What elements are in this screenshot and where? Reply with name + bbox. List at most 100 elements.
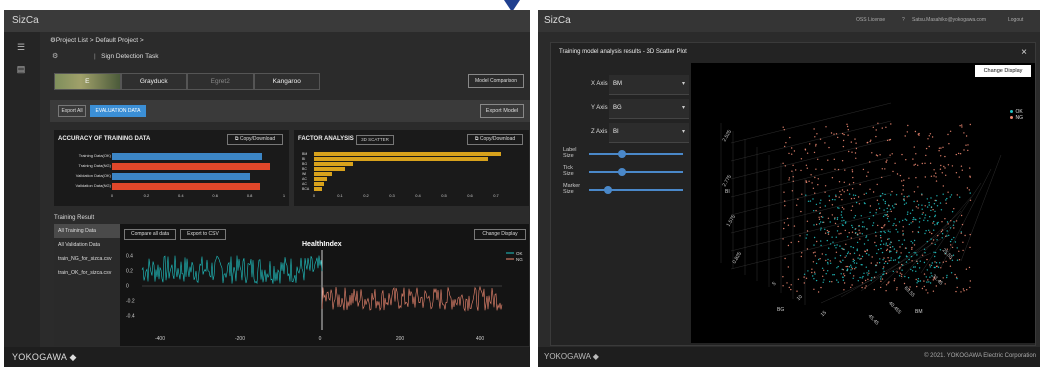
export-all-button[interactable]: Export All xyxy=(58,105,86,117)
evaluation-data-button[interactable]: EVALUATION DATA xyxy=(90,105,146,117)
tab-egret2[interactable]: Egret2 xyxy=(187,73,254,90)
ng-point xyxy=(843,289,845,291)
ng-point xyxy=(896,250,898,252)
logout-link[interactable]: Logout xyxy=(1008,17,1023,23)
change-display-button-right[interactable]: Change Display xyxy=(975,65,1031,77)
list-item-all-training[interactable]: All Training Data xyxy=(54,224,120,238)
ng-point xyxy=(969,175,971,177)
ng-point xyxy=(790,241,792,244)
ng-point xyxy=(954,273,956,276)
ng-point xyxy=(857,196,860,198)
breadcrumb[interactable]: ⚙Project List > Default Project > xyxy=(50,36,144,44)
oss-license-link[interactable]: OSS License xyxy=(856,17,885,23)
ng-point xyxy=(815,168,817,170)
accuracy-copy-label: Copy/Download xyxy=(239,136,276,142)
ok-point xyxy=(824,205,826,207)
ng-point xyxy=(958,250,960,252)
ng-point xyxy=(806,230,809,232)
factor-bar[interactable] xyxy=(314,157,489,161)
ok-point xyxy=(886,262,889,265)
ng-point xyxy=(817,158,819,160)
ok-point xyxy=(872,215,875,217)
ok-point xyxy=(859,258,861,260)
compare-all-button[interactable]: Compare all data xyxy=(124,229,176,240)
list-item-all-validation[interactable]: All Validation Data xyxy=(54,238,120,252)
factor-bar[interactable] xyxy=(314,167,346,171)
ng-point xyxy=(924,162,926,164)
tick-size-slider[interactable] xyxy=(589,171,683,173)
ng-point xyxy=(864,279,867,282)
x-axis-select[interactable]: X Axis BM ▾ xyxy=(591,75,689,95)
ok-point xyxy=(880,247,882,250)
ng-point xyxy=(942,277,944,279)
scatter-plot-area[interactable]: Change Display OK NG BI BG BM 2.525 2.775… xyxy=(691,63,1035,343)
accuracy-copy-button[interactable]: ⧉ Copy/Download xyxy=(227,134,283,145)
factor-bar[interactable] xyxy=(314,187,322,191)
ok-point xyxy=(862,275,864,278)
tab-grayduck[interactable]: Grayduck xyxy=(120,73,187,90)
close-icon[interactable]: × xyxy=(1021,47,1027,58)
accuracy-bar[interactable] xyxy=(112,152,262,160)
ok-point xyxy=(913,239,916,242)
factor-copy-label: Copy/Download xyxy=(479,136,516,142)
ng-point xyxy=(852,182,855,184)
ok-point xyxy=(882,259,884,261)
3d-scatter-plot[interactable] xyxy=(691,63,1035,343)
settings-icon[interactable]: ⚙ xyxy=(52,52,58,60)
ng-point xyxy=(918,132,920,135)
z-axis-select[interactable]: Z Axis BI ▾ xyxy=(591,123,689,143)
ng-point xyxy=(834,217,836,219)
ng-point xyxy=(885,290,887,292)
factor-bar[interactable] xyxy=(314,152,502,156)
tab-kangaroo[interactable]: Kangaroo xyxy=(253,73,320,90)
accuracy-bar[interactable] xyxy=(112,172,250,180)
list-icon[interactable]: ☰ xyxy=(16,42,26,52)
label-size-knob[interactable] xyxy=(617,149,626,158)
x-axis-dropdown[interactable]: BM ▾ xyxy=(609,75,689,95)
list-item-train-ok[interactable]: train_OK_for_sizca.csv xyxy=(54,266,120,280)
ok-point xyxy=(837,281,839,283)
list-item-train-ng[interactable]: train_NG_for_sizca.csv xyxy=(54,252,120,266)
ng-point xyxy=(929,264,931,266)
ok-point xyxy=(820,229,822,231)
ng-point xyxy=(801,252,803,254)
label-size-slider[interactable] xyxy=(589,153,683,155)
accuracy-bar[interactable] xyxy=(112,162,271,170)
ok-point xyxy=(856,262,858,264)
ok-point xyxy=(930,238,932,240)
ng-point xyxy=(831,177,834,179)
y-axis-select[interactable]: Y Axis BG ▾ xyxy=(591,99,689,119)
ok-point xyxy=(875,264,877,267)
factor-bar[interactable] xyxy=(314,177,327,181)
tab-model-e[interactable]: E xyxy=(54,73,121,90)
factor-copy-button[interactable]: ⧉ Copy/Download xyxy=(467,134,523,145)
ok-point xyxy=(880,195,882,197)
z-axis-dropdown[interactable]: BI ▾ xyxy=(609,123,689,143)
user-email[interactable]: Satsu.Masahiko@yokogawa.com xyxy=(912,17,986,23)
factor-bar[interactable] xyxy=(314,162,353,166)
document-icon[interactable]: ▤ xyxy=(16,64,26,74)
ng-point xyxy=(843,191,845,193)
accuracy-bar[interactable] xyxy=(112,182,260,190)
export-model-button[interactable]: Export Model xyxy=(480,104,524,118)
model-comparison-button[interactable]: Model Comparison xyxy=(468,74,524,88)
ok-point xyxy=(872,222,875,224)
ok-point xyxy=(933,251,935,253)
ng-point xyxy=(788,179,790,181)
change-display-button[interactable]: Change Display xyxy=(474,229,526,240)
marker-size-knob[interactable] xyxy=(603,185,612,194)
tick-size-knob[interactable] xyxy=(617,167,626,176)
export-csv-button[interactable]: Export to CSV xyxy=(180,229,226,240)
ok-point xyxy=(916,254,918,256)
ng-point xyxy=(885,272,888,275)
ng-point xyxy=(937,234,939,237)
help-icon[interactable]: ? xyxy=(902,17,905,23)
factor-bar[interactable] xyxy=(314,172,333,176)
y-axis-dropdown[interactable]: BG ▾ xyxy=(609,99,689,119)
ng-point xyxy=(945,174,947,176)
ng-point xyxy=(965,144,967,146)
factor-bar[interactable] xyxy=(314,182,325,186)
ng-point xyxy=(925,147,928,150)
3d-scatter-button[interactable]: 3D SCATTER xyxy=(356,135,394,145)
ng-point xyxy=(782,238,784,240)
